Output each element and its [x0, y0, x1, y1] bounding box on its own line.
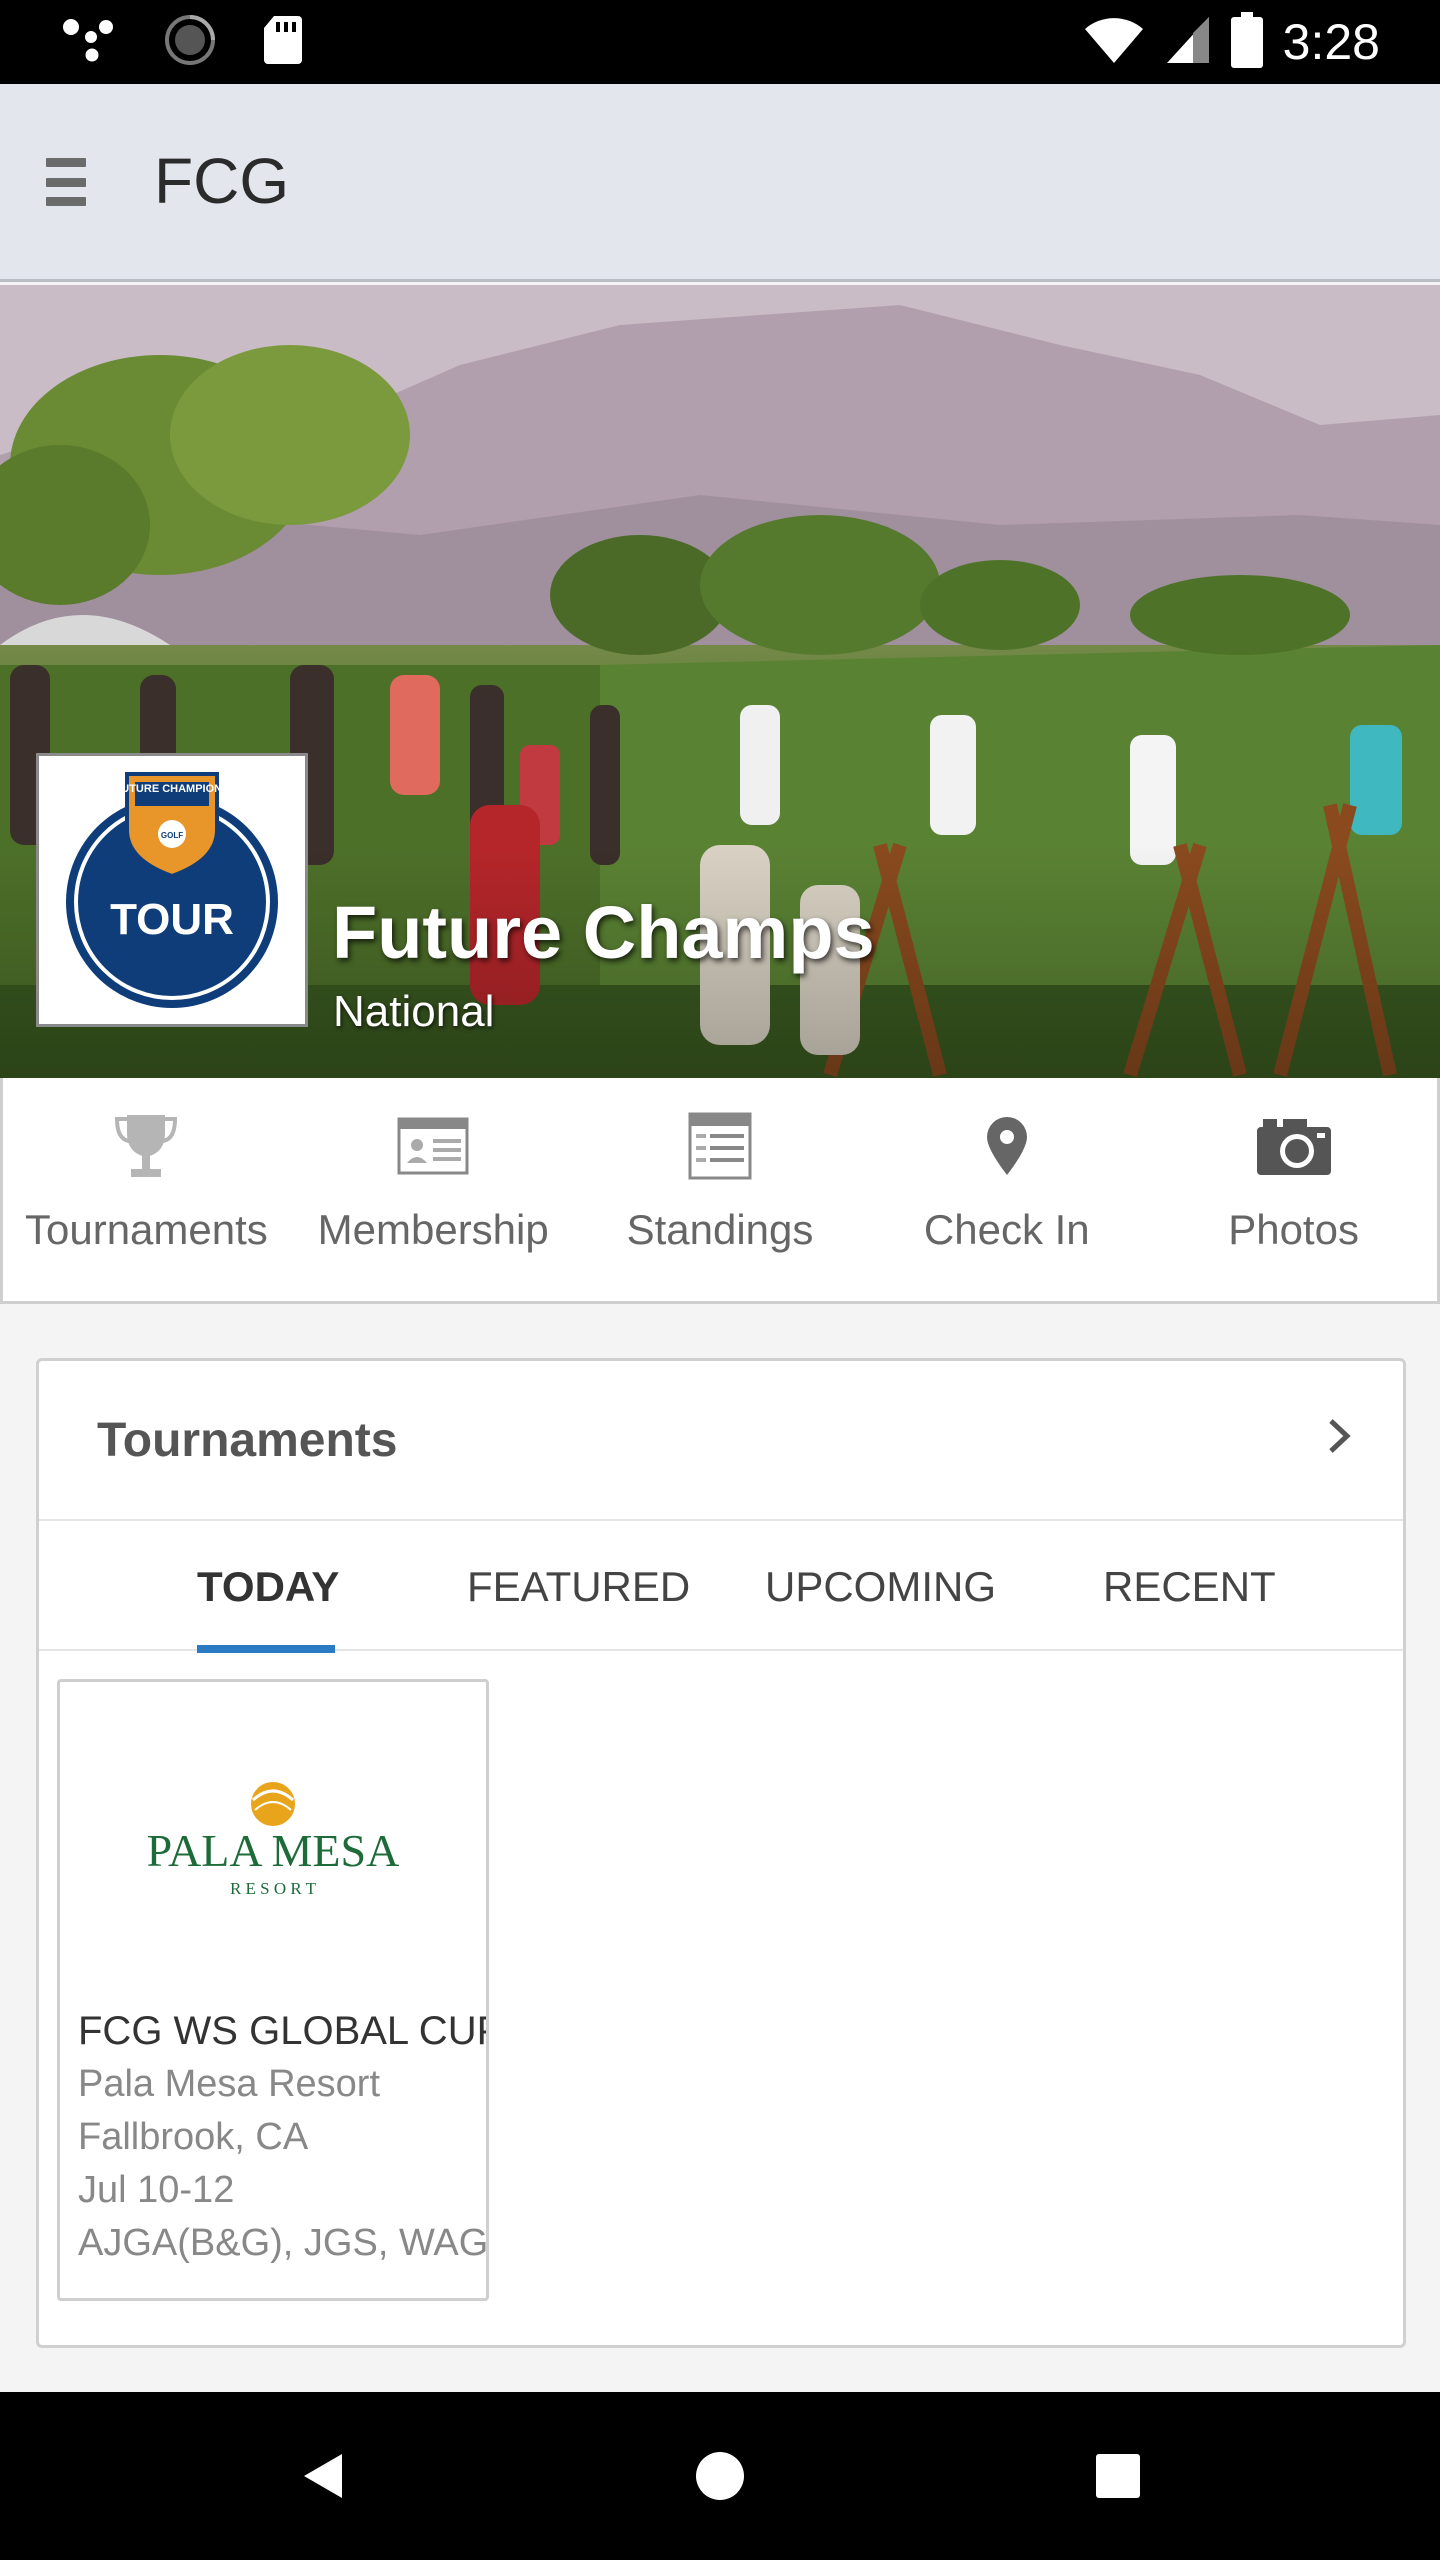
- organization-name: Future Champs: [332, 891, 875, 974]
- status-bar: 3:28: [0, 0, 1440, 84]
- standings-board-icon: [688, 1104, 752, 1188]
- wifi-icon: [1083, 15, 1145, 70]
- sd-card-icon: [262, 14, 304, 71]
- tournament-tags: AJGA(B&G), JGS, WAGR: [78, 2222, 489, 2264]
- location-pin-icon: [985, 1104, 1029, 1188]
- action-label: Membership: [317, 1206, 549, 1253]
- status-right: 3:28: [1083, 10, 1380, 74]
- quick-actions: Tournaments Membership Standings Check I…: [0, 1078, 1440, 1304]
- tournament-name: FCG WS GLOBAL CUP: [78, 2009, 489, 2053]
- status-left: [62, 14, 304, 70]
- tournament-card[interactable]: PALA MESA R E S O R T FCG WS GLOBAL CUP …: [57, 1679, 489, 2301]
- tournaments-card-title: Tournaments: [97, 1414, 398, 1467]
- trophy-icon: [115, 1104, 178, 1188]
- tournament-dates: Jul 10-12: [78, 2169, 235, 2211]
- action-label: Tournaments: [25, 1206, 268, 1253]
- pala-mesa-logo-subtext: R E S O R T: [230, 1879, 317, 1898]
- action-label: Standings: [626, 1206, 814, 1253]
- tournament-location: Fallbrook, CA: [78, 2116, 309, 2158]
- action-label: Photos: [1228, 1206, 1359, 1253]
- system-nav-bar: [0, 2392, 1440, 2560]
- action-label: Check In: [923, 1206, 1090, 1253]
- organization-logo: FUTURE CHAMPIONS GOLF TOUR: [36, 753, 308, 1027]
- app-title: FCG: [154, 145, 290, 217]
- organization-scope: National: [333, 987, 495, 1036]
- hamburger-menu-icon[interactable]: [40, 152, 92, 212]
- sync-circle-icon: [164, 14, 216, 71]
- hero-banner: FUTURE CHAMPIONS GOLF TOUR Future Champs…: [0, 285, 1440, 1078]
- signal-icon: [1165, 15, 1211, 70]
- camera-icon: [1255, 1104, 1333, 1188]
- screen: 3:28 FCG FUTURE CHAMPIONS GOLF TOUR Futu…: [0, 0, 1440, 2560]
- tournaments-card-header[interactable]: Tournaments: [39, 1361, 1403, 1521]
- pala-mesa-logo: PALA MESA R E S O R T: [60, 1682, 486, 2002]
- action-photos[interactable]: Photos: [1150, 1078, 1437, 1301]
- app-bar: FCG: [0, 84, 1440, 282]
- membership-card-icon: [397, 1104, 469, 1188]
- action-standings[interactable]: Standings: [577, 1078, 864, 1301]
- chevron-right-icon[interactable]: [1325, 1417, 1353, 1460]
- tournament-venue: Pala Mesa Resort: [78, 2063, 381, 2105]
- recents-square-icon[interactable]: [1082, 2440, 1154, 2512]
- tab-upcoming[interactable]: UPCOMING: [765, 1563, 996, 1611]
- tournament-details: FCG WS GLOBAL CUP Pala Mesa Resort Fallb…: [78, 2004, 489, 2270]
- status-time: 3:28: [1282, 14, 1380, 70]
- assistant-dots-icon: [62, 17, 118, 68]
- fcg-tour-logo: FUTURE CHAMPIONS GOLF TOUR: [64, 772, 280, 1010]
- tab-recent[interactable]: RECENT: [1103, 1563, 1276, 1611]
- active-tab-indicator: [197, 1645, 335, 1653]
- home-circle-icon[interactable]: [684, 2440, 756, 2512]
- back-triangle-icon[interactable]: [286, 2440, 358, 2512]
- action-check-in[interactable]: Check In: [863, 1078, 1150, 1301]
- logo-top-text: FUTURE CHAMPIONS: [115, 783, 230, 795]
- tab-featured[interactable]: FEATURED: [467, 1563, 690, 1611]
- action-tournaments[interactable]: Tournaments: [3, 1078, 290, 1301]
- logo-badge-text: GOLF: [161, 831, 183, 840]
- logo-main-text: TOUR: [110, 895, 234, 944]
- tournaments-card: Tournaments TODAY FEATURED UPCOMING RECE…: [36, 1358, 1406, 2348]
- battery-icon: [1230, 11, 1263, 73]
- action-membership[interactable]: Membership: [290, 1078, 577, 1301]
- tab-today[interactable]: TODAY: [197, 1563, 339, 1611]
- pala-mesa-logo-text: PALA MESA: [147, 1825, 400, 1876]
- tournament-tabs: TODAY FEATURED UPCOMING RECENT: [39, 1521, 1403, 1653]
